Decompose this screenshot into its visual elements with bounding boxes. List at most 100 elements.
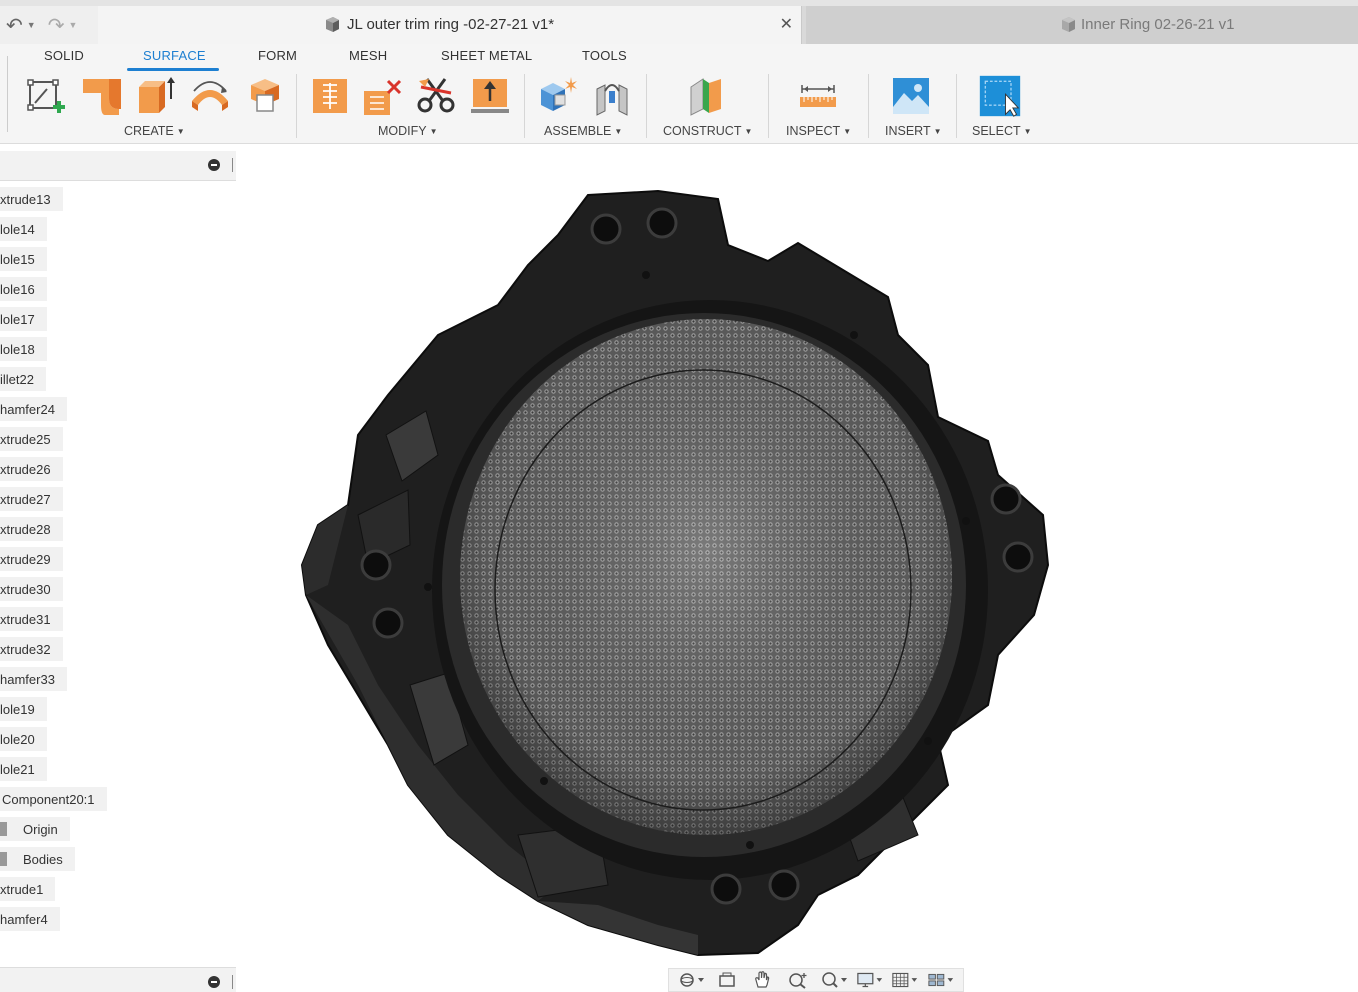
extrude-icon[interactable]: [80, 72, 124, 120]
tab-active-document[interactable]: JL outer trim ring -02-27-21 v1* ✕: [98, 6, 802, 44]
tab-inactive-document[interactable]: Inner Ring 02-26-21 v1: [806, 6, 1358, 44]
redo-dropdown-icon[interactable]: ▼: [68, 20, 77, 30]
tree-item[interactable]: lole15: [0, 247, 47, 271]
tree-item[interactable]: xtrude28: [0, 517, 63, 541]
tree-item[interactable]: lole21: [0, 757, 47, 781]
tree-item[interactable]: lole20: [0, 727, 47, 751]
orbit-icon[interactable]: [677, 971, 705, 989]
collapse-icon[interactable]: [208, 159, 220, 171]
navigation-bar: [668, 968, 964, 992]
tree-item[interactable]: lole18: [0, 337, 47, 361]
extrude-body-icon[interactable]: [134, 72, 178, 120]
new-component-icon[interactable]: [536, 72, 580, 120]
modify-label: MODIFY: [378, 124, 427, 138]
group-separator: [646, 74, 647, 138]
select-menu[interactable]: SELECT ▼: [972, 124, 1032, 138]
group-separator: [868, 74, 869, 138]
tree-item[interactable]: lole16: [0, 277, 47, 301]
split-icon[interactable]: [414, 72, 458, 120]
undo-icon[interactable]: ↶: [6, 13, 23, 38]
pan-icon[interactable]: [748, 971, 776, 989]
tree-item[interactable]: xtrude31: [0, 607, 63, 631]
panel-grip[interactable]: [232, 975, 233, 989]
look-at-icon[interactable]: [713, 971, 741, 989]
offset-icon[interactable]: [242, 72, 286, 120]
joint-icon[interactable]: [590, 72, 634, 120]
select-icon[interactable]: [978, 72, 1022, 120]
zoom-icon[interactable]: [784, 971, 812, 989]
panel-grip[interactable]: [232, 158, 233, 172]
modify-menu[interactable]: MODIFY ▼: [378, 124, 438, 138]
tab-solid[interactable]: SOLID: [44, 48, 84, 63]
3d-viewport[interactable]: [238, 145, 1358, 992]
inactive-document-title: Inner Ring 02-26-21 v1: [1081, 16, 1235, 33]
tab-form[interactable]: FORM: [258, 48, 297, 63]
tree-item[interactable]: xtrude27: [0, 487, 63, 511]
tree-item[interactable]: xtrude1: [0, 877, 56, 901]
stitch-icon[interactable]: [468, 72, 512, 120]
tab-surface[interactable]: SURFACE: [143, 48, 206, 63]
revolve-icon[interactable]: [188, 72, 232, 120]
browser-header: [0, 151, 236, 181]
tree-item[interactable]: xtrude13: [0, 187, 63, 211]
tree-item[interactable]: xtrude30: [0, 577, 63, 601]
tree-item[interactable]: xtrude32: [0, 637, 63, 661]
tree-item[interactable]: lole17: [0, 307, 47, 331]
tab-tools[interactable]: TOOLS: [582, 48, 627, 63]
group-separator: [524, 74, 525, 138]
browser-panel: xtrude13 lole14 lole15 lole16 lole17 lol…: [0, 145, 238, 992]
insert-menu[interactable]: INSERT ▼: [885, 124, 942, 138]
workspace-tabs: SOLID SURFACE FORM MESH SHEET METAL TOOL…: [0, 44, 660, 72]
close-tab-icon[interactable]: ✕: [780, 14, 793, 34]
inspect-menu[interactable]: INSPECT ▼: [786, 124, 851, 138]
inspect-label: INSPECT: [786, 124, 841, 138]
offset-plane-icon[interactable]: [684, 72, 728, 120]
grid-icon[interactable]: [891, 971, 919, 989]
insert-image-icon[interactable]: [889, 72, 933, 120]
caret-down-icon: ▼: [933, 126, 942, 136]
display-settings-icon[interactable]: [856, 971, 884, 989]
caret-down-icon: ▼: [176, 126, 185, 136]
construct-label: CONSTRUCT: [663, 124, 742, 138]
caret-down-icon: ▼: [429, 126, 438, 136]
trim-icon[interactable]: [360, 72, 404, 120]
tree-item[interactable]: xtrude25: [0, 427, 63, 451]
construct-menu[interactable]: CONSTRUCT ▼: [663, 124, 752, 138]
folder-icon: [0, 822, 7, 836]
caret-down-icon: ▼: [614, 126, 623, 136]
insert-label: INSERT: [885, 124, 931, 138]
assemble-menu[interactable]: ASSEMBLE ▼: [544, 124, 622, 138]
tree-item-bodies[interactable]: Bodies: [0, 847, 75, 871]
tree-item[interactable]: lole19: [0, 697, 47, 721]
tree-item[interactable]: hamfer24: [0, 397, 67, 421]
tree-item[interactable]: illet22: [0, 367, 46, 391]
tree-item[interactable]: xtrude29: [0, 547, 63, 571]
measure-icon[interactable]: [796, 72, 840, 120]
create-label: CREATE: [124, 124, 174, 138]
trim-ring-model[interactable]: [298, 185, 1058, 965]
undo-dropdown-icon[interactable]: ▼: [27, 20, 36, 30]
collapse-icon[interactable]: [208, 976, 220, 988]
tree-item[interactable]: hamfer33: [0, 667, 67, 691]
create-sketch-icon[interactable]: [24, 72, 68, 120]
document-cube-icon: [326, 17, 339, 32]
assemble-label: ASSEMBLE: [544, 124, 612, 138]
group-separator: [768, 74, 769, 138]
tree-item[interactable]: lole14: [0, 217, 47, 241]
active-document-title: JL outer trim ring -02-27-21 v1*: [347, 16, 555, 33]
fit-icon[interactable]: [820, 971, 848, 989]
tree-item[interactable]: xtrude26: [0, 457, 63, 481]
tree-item-origin[interactable]: Origin: [0, 817, 70, 841]
create-menu[interactable]: CREATE ▼: [124, 124, 185, 138]
tab-sheet-metal[interactable]: SHEET METAL: [441, 48, 532, 63]
tree-item[interactable]: hamfer4: [0, 907, 60, 931]
comments-panel-header: [0, 967, 236, 992]
group-separator: [296, 74, 297, 138]
press-pull-icon[interactable]: [308, 72, 352, 120]
tree-item-component[interactable]: Component20:1: [0, 787, 107, 811]
redo-icon[interactable]: ↷: [48, 13, 65, 38]
tab-mesh[interactable]: MESH: [349, 48, 387, 63]
document-tab-bar: ↶ ▼ ↷ ▼ JL outer trim ring -02-27-21 v1* ✕…: [0, 0, 1358, 44]
viewports-icon[interactable]: [927, 971, 955, 989]
caret-down-icon: ▼: [1023, 126, 1032, 136]
